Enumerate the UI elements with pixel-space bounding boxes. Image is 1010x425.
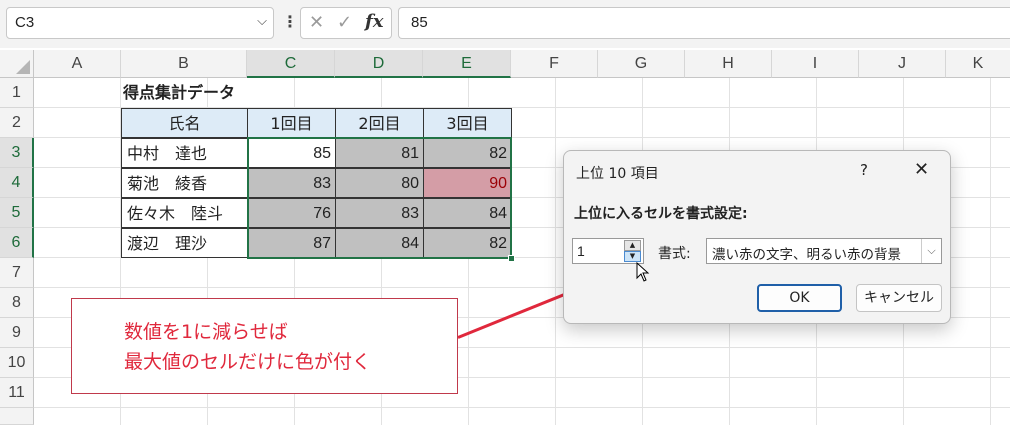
cancel-button[interactable]: キャンセル bbox=[856, 284, 942, 312]
column-header-i[interactable]: I bbox=[772, 50, 859, 78]
cancel-icon[interactable]: ✕ bbox=[309, 12, 324, 33]
chevron-down-icon[interactable]: ⌵ bbox=[921, 239, 941, 263]
cell-score[interactable]: 85 bbox=[247, 138, 336, 168]
row-header-3[interactable]: 3 bbox=[0, 138, 34, 168]
callout-box: 数値を1に減らせば 最大値のセルだけに色が付く bbox=[71, 298, 458, 394]
cell-name[interactable]: 渡辺 理沙 bbox=[121, 228, 248, 258]
row-header-6[interactable]: 6 bbox=[0, 228, 34, 258]
row-header-8[interactable]: 8 bbox=[0, 288, 34, 318]
row-header-7[interactable]: 7 bbox=[0, 258, 34, 288]
column-header-b[interactable]: B bbox=[121, 50, 247, 78]
column-header-h[interactable]: H bbox=[685, 50, 772, 78]
cell-score[interactable]: 76 bbox=[247, 198, 336, 228]
name-box-value: C3 bbox=[15, 14, 35, 31]
column-header-g[interactable]: G bbox=[598, 50, 685, 78]
stepper-up-icon[interactable]: ▲ bbox=[624, 240, 641, 251]
cell-score[interactable]: 82 bbox=[423, 138, 512, 168]
cell-score[interactable]: 81 bbox=[335, 138, 424, 168]
cell-score[interactable]: 83 bbox=[335, 198, 424, 228]
formula-bar: C3 ⌵ ⋮ ✕ ✓ fx 85 bbox=[0, 0, 1010, 48]
column-header-e[interactable]: E bbox=[423, 50, 511, 78]
row-header-1[interactable]: 1 bbox=[0, 78, 34, 108]
column-header-c[interactable]: C bbox=[247, 50, 335, 78]
enter-icon[interactable]: ✓ bbox=[337, 12, 352, 33]
fill-handle[interactable] bbox=[508, 255, 515, 262]
help-icon[interactable]: ? bbox=[860, 161, 868, 179]
cell-score[interactable]: 87 bbox=[247, 228, 336, 258]
formula-input[interactable]: 85 bbox=[398, 7, 1010, 39]
rank-value[interactable]: 1 bbox=[577, 243, 585, 259]
callout-line-1: 数値を1に減らせば bbox=[124, 321, 288, 343]
name-box[interactable]: C3 ⌵ bbox=[6, 7, 274, 39]
dialog-label: 上位に入るセルを書式設定: bbox=[574, 206, 748, 222]
header-round-3[interactable]: 3回目 bbox=[423, 108, 512, 138]
cell-score[interactable]: 84 bbox=[423, 198, 512, 228]
cell-score[interactable]: 82 bbox=[423, 228, 512, 258]
format-value: 濃い赤の文字、明るい赤の背景 bbox=[712, 247, 901, 263]
format-label: 書式: bbox=[658, 246, 691, 262]
formula-value: 85 bbox=[411, 14, 428, 31]
row-header-5[interactable]: 5 bbox=[0, 198, 34, 228]
chevron-down-icon[interactable]: ⌵ bbox=[257, 14, 267, 29]
row-header-9[interactable]: 9 bbox=[0, 318, 34, 348]
top-10-items-dialog: 上位 10 項目 ? ✕ 上位に入るセルを書式設定: 1 ▲ ▼ 書式: 濃い赤… bbox=[563, 150, 951, 324]
more-options-icon[interactable]: ⋮ bbox=[282, 12, 298, 31]
dialog-title: 上位 10 項目 bbox=[576, 166, 659, 182]
formula-buttons: ✕ ✓ fx bbox=[300, 7, 392, 39]
mouse-pointer-icon bbox=[636, 262, 650, 282]
stepper-down-icon[interactable]: ▼ bbox=[624, 251, 641, 262]
column-header-d[interactable]: D bbox=[335, 50, 423, 78]
close-icon[interactable]: ✕ bbox=[914, 159, 929, 180]
cell-name[interactable]: 菊池 綾香 bbox=[121, 168, 248, 198]
row-header-11[interactable]: 11 bbox=[0, 378, 34, 408]
row-header-12[interactable] bbox=[0, 408, 34, 425]
column-header-a[interactable]: A bbox=[34, 50, 121, 78]
insert-function-icon[interactable]: fx bbox=[365, 11, 383, 32]
header-round-2[interactable]: 2回目 bbox=[335, 108, 424, 138]
row-header-10[interactable]: 10 bbox=[0, 348, 34, 378]
column-header-k[interactable]: K bbox=[946, 50, 1010, 78]
column-header-f[interactable]: F bbox=[511, 50, 598, 78]
sheet-title[interactable]: 得点集計データ bbox=[123, 78, 235, 108]
callout-line-2: 最大値のセルだけに色が付く bbox=[124, 351, 372, 373]
cell-score[interactable]: 83 bbox=[247, 168, 336, 198]
row-header-4[interactable]: 4 bbox=[0, 168, 34, 198]
cell-score[interactable]: 84 bbox=[335, 228, 424, 258]
header-round-1[interactable]: 1回目 bbox=[247, 108, 336, 138]
format-select[interactable]: 濃い赤の文字、明るい赤の背景 ⌵ bbox=[706, 238, 942, 264]
select-all-corner[interactable] bbox=[0, 50, 34, 78]
cell-score-highlighted[interactable]: 90 bbox=[423, 168, 512, 198]
header-name[interactable]: 氏名 bbox=[121, 108, 248, 138]
row-header-2[interactable]: 2 bbox=[0, 108, 34, 138]
cell-score[interactable]: 80 bbox=[335, 168, 424, 198]
cell-name[interactable]: 佐々木 陸斗 bbox=[121, 198, 248, 228]
rank-stepper[interactable]: 1 ▲ ▼ bbox=[572, 238, 644, 264]
cell-name[interactable]: 中村 達也 bbox=[121, 138, 248, 168]
ok-button[interactable]: OK bbox=[757, 284, 842, 312]
column-header-j[interactable]: J bbox=[859, 50, 946, 78]
